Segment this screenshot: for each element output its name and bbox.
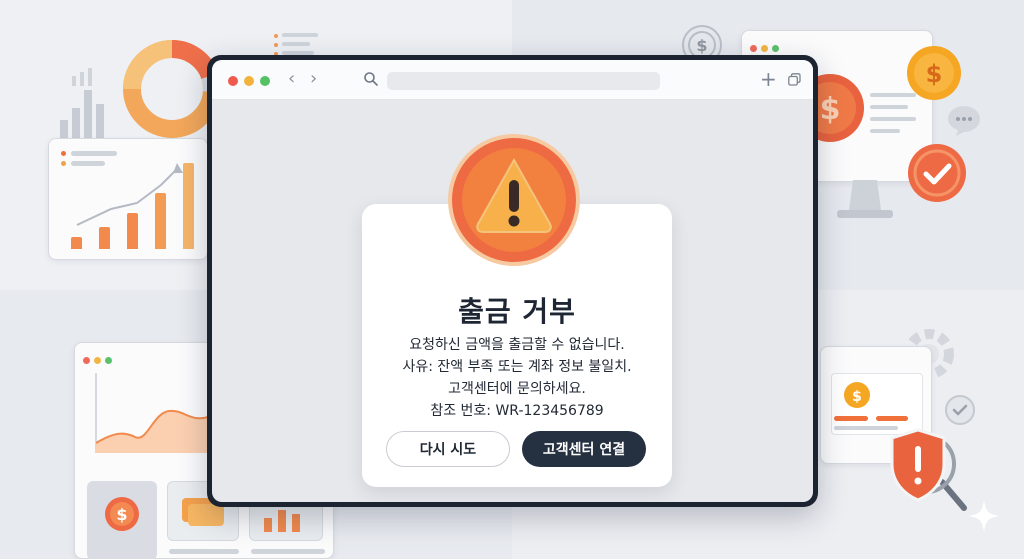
address-bar[interactable] (387, 72, 660, 90)
back-arrow-icon[interactable]: ‹ (288, 69, 295, 89)
svg-text:$: $ (820, 92, 841, 127)
chat-bubble-icon (948, 106, 980, 136)
dollar-coin-gold-icon: $ (907, 46, 961, 100)
dialog-title: 출금 거부 (458, 295, 576, 328)
message-line: 사유: 잔액 부족 또는 계좌 정보 불일치. (402, 359, 632, 375)
svg-text:$: $ (852, 389, 862, 405)
svg-text:$: $ (696, 36, 707, 55)
tabs-overview-icon[interactable] (788, 73, 801, 86)
browser-content: ‹ › + 출금 거부 요청하신 금액을 출금할 수 없습니다. 사유: 잔액 … (212, 60, 813, 502)
window-minimize-dot[interactable] (244, 76, 254, 86)
message-line: 고객센터에 문의하세요. (448, 381, 586, 397)
svg-text:$: $ (116, 505, 127, 524)
browser-window: ‹ › + 출금 거부 요청하신 금액을 출금할 수 없습니다. 사유: 잔액 … (207, 55, 818, 507)
search-icon[interactable] (362, 70, 380, 88)
new-tab-icon[interactable]: + (760, 67, 777, 91)
window-maximize-dot[interactable] (260, 76, 270, 86)
sparkle-icon (968, 500, 1000, 532)
reference-number: 참조 번호: WR-123456789 (430, 403, 604, 419)
check-circle-icon (908, 144, 966, 202)
growth-chart-card (48, 138, 208, 260)
check-circle-gray-icon (945, 395, 975, 425)
window-close-dot[interactable] (228, 76, 238, 86)
dialog-message: 요청하신 금액을 출금할 수 없습니다. 사유: 잔액 부족 또는 계좌 정보 … (362, 334, 672, 422)
shield-warning-icon (890, 428, 967, 511)
bar-icon-small (60, 68, 104, 138)
forward-arrow-icon[interactable]: › (310, 69, 317, 89)
browser-toolbar: ‹ › + (212, 60, 813, 100)
svg-text:$: $ (926, 60, 943, 88)
warning-icon (448, 134, 580, 266)
retry-button[interactable]: 다시 시도 (386, 431, 510, 467)
contact-support-button[interactable]: 고객센터 연결 (522, 431, 646, 467)
monitor-stand-icon (837, 180, 893, 218)
message-line: 요청하신 금액을 출금할 수 없습니다. (409, 337, 625, 353)
